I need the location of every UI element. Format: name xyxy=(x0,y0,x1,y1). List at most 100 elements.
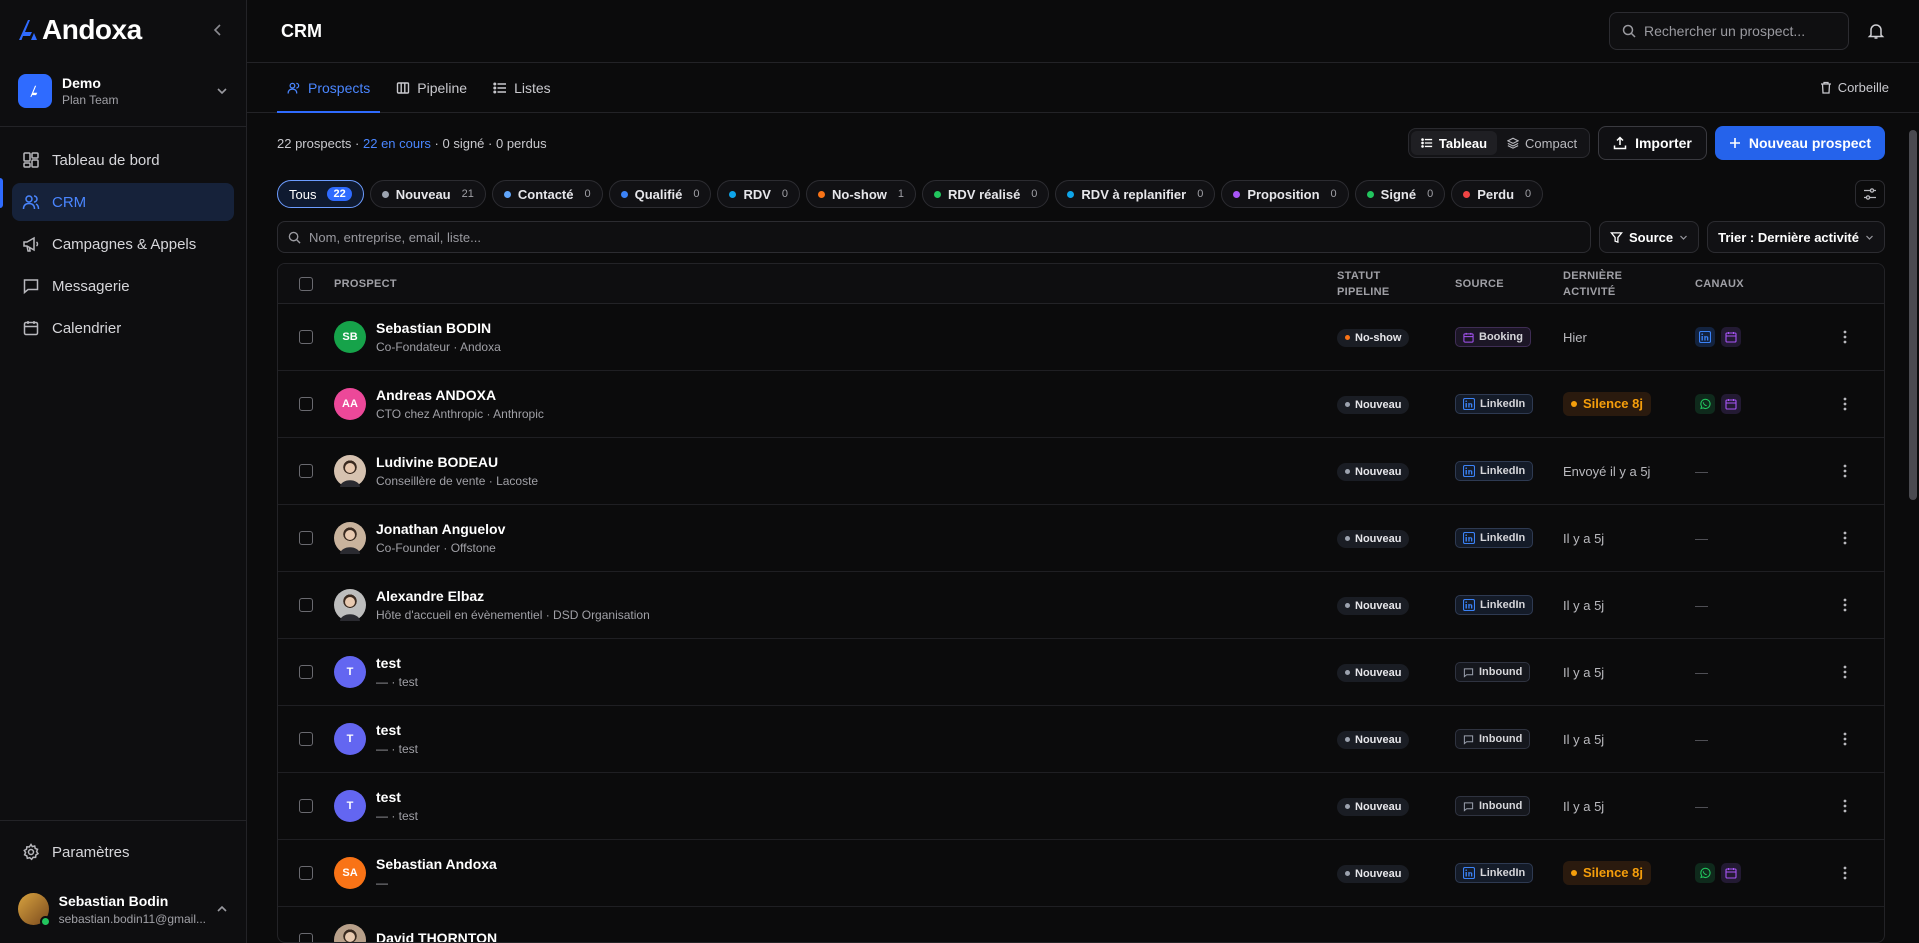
status-badge: Nouveau xyxy=(1337,663,1410,682)
calendar-icon[interactable] xyxy=(1721,394,1741,414)
row-checkbox[interactable] xyxy=(299,464,313,478)
prospect-name[interactable]: Jonathan Anguelov xyxy=(376,521,505,537)
whatsapp-icon[interactable] xyxy=(1695,863,1715,883)
filter-chip-contact-[interactable]: Contacté 0 xyxy=(491,180,603,208)
filter-chip-no-show[interactable]: No-show 1 xyxy=(806,180,917,208)
gear-icon xyxy=(22,843,40,861)
sidebar-item-settings[interactable]: Paramètres xyxy=(0,829,246,875)
table-row[interactable]: Alexandre Elbaz Hôte d'accueil en évèneme… xyxy=(278,572,1884,639)
row-checkbox[interactable] xyxy=(299,799,313,813)
row-menu-button[interactable] xyxy=(1825,866,1865,880)
silence-badge: Silence 8j xyxy=(1563,861,1651,885)
prospect-name[interactable]: Alexandre Elbaz xyxy=(376,588,650,604)
tab-prospects[interactable]: Prospects xyxy=(277,63,381,113)
table-row[interactable]: SB Sebastian BODIN Co-Fondateur · Andoxa N… xyxy=(278,304,1884,371)
select-all-checkbox[interactable] xyxy=(299,276,313,291)
sidebar-item-calendar[interactable]: Calendrier xyxy=(12,309,234,347)
silence-badge: Silence 8j xyxy=(1563,392,1651,416)
brand-logo[interactable]: Andoxa xyxy=(16,14,142,46)
prospect-name[interactable]: test xyxy=(376,655,418,671)
more-vertical-icon xyxy=(1843,665,1847,679)
row-checkbox[interactable] xyxy=(299,531,313,545)
advanced-filters-button[interactable] xyxy=(1855,180,1885,208)
more-vertical-icon xyxy=(1843,531,1847,545)
avatar-photo xyxy=(334,589,366,621)
table-search-input[interactable]: Nom, entreprise, email, liste... xyxy=(277,221,1592,253)
avatar-initials: T xyxy=(346,733,354,745)
workspace-switcher[interactable]: Demo Plan Team xyxy=(10,64,236,118)
last-activity: Il y a 5j xyxy=(1563,664,1605,680)
row-checkbox[interactable] xyxy=(299,866,313,880)
prospect-name[interactable]: test xyxy=(376,789,418,805)
whatsapp-icon[interactable] xyxy=(1695,394,1715,414)
row-checkbox[interactable] xyxy=(299,665,313,679)
calendar-icon xyxy=(22,319,40,337)
calendar-icon[interactable] xyxy=(1721,327,1741,347)
table-row[interactable]: Ludivine BODEAU Conseillère de vente · La… xyxy=(278,438,1884,505)
row-menu-button[interactable] xyxy=(1825,799,1865,813)
trash-button[interactable]: Corbeille xyxy=(1820,63,1889,112)
filter-chip-rdv-r-alis-[interactable]: RDV réalisé 0 xyxy=(922,180,1050,208)
filter-chip-nouveau[interactable]: Nouveau 21 xyxy=(369,180,486,208)
filter-chip-rdv-replanifier[interactable]: RDV à replanifier 0 xyxy=(1055,180,1216,208)
last-activity: Il y a 5j xyxy=(1563,597,1605,613)
sort-select[interactable]: Trier : Dernière activité xyxy=(1707,221,1885,253)
import-button[interactable]: Importer xyxy=(1598,126,1707,160)
prospect-search-input[interactable]: Rechercher un prospect... xyxy=(1609,12,1849,51)
top-bar: CRM Rechercher un prospect... xyxy=(247,0,1919,64)
prospect-name[interactable]: Andreas ANDOXA xyxy=(376,387,544,403)
prospect-name[interactable]: David THORNTON xyxy=(376,930,497,942)
filter-chip-tous[interactable]: Tous 22 xyxy=(277,180,364,208)
filter-chip-perdu[interactable]: Perdu 0 xyxy=(1451,180,1544,208)
prospect-name[interactable]: Sebastian BODIN xyxy=(376,320,501,336)
sidebar-item-messaging[interactable]: Messagerie xyxy=(12,267,234,305)
row-menu-button[interactable] xyxy=(1825,732,1865,746)
status-dot xyxy=(503,190,511,198)
row-menu-button[interactable] xyxy=(1825,464,1865,478)
row-checkbox[interactable] xyxy=(299,732,313,746)
table-row[interactable]: AA Andreas ANDOXA CTO chez Anthropic · Ant… xyxy=(278,371,1884,438)
sidebar-item-dashboard[interactable]: Tableau de bord xyxy=(12,141,234,179)
row-checkbox[interactable] xyxy=(299,397,313,411)
row-checkbox[interactable] xyxy=(299,598,313,612)
table-row[interactable]: Ttest — · test Nouveau Inbound Il y a 5j … xyxy=(278,773,1884,840)
status-dot xyxy=(1233,190,1241,198)
no-channel: — xyxy=(1695,531,1708,546)
tab-listes[interactable]: Listes xyxy=(483,63,561,112)
inbound-icon xyxy=(1463,667,1474,678)
table-row[interactable]: SA Sebastian Andoxa — Nouveau LinkedIn Sil… xyxy=(278,840,1884,907)
filter-chip-sign-[interactable]: Signé 0 xyxy=(1354,180,1446,208)
filter-chip-qualifi-[interactable]: Qualifié 0 xyxy=(608,180,712,208)
collapse-sidebar-button[interactable] xyxy=(206,18,230,42)
row-menu-button[interactable] xyxy=(1825,531,1865,545)
calendar-icon[interactable] xyxy=(1721,863,1741,883)
tab-pipeline[interactable]: Pipeline xyxy=(386,63,477,112)
view-table-button[interactable]: Tableau xyxy=(1410,131,1498,155)
chip-label: Contacté xyxy=(517,186,574,202)
row-menu-button[interactable] xyxy=(1825,330,1865,344)
linkedin-icon[interactable] xyxy=(1695,327,1715,347)
sidebar-item-crm[interactable]: CRM xyxy=(12,183,234,221)
view-compact-button[interactable]: Compact xyxy=(1497,131,1587,155)
stats-en-cours[interactable]: 22 en cours xyxy=(363,136,431,151)
filter-chip-rdv[interactable]: RDV 0 xyxy=(717,180,801,208)
table-row[interactable]: David THORNTON xyxy=(278,907,1884,942)
row-checkbox[interactable] xyxy=(299,933,313,942)
row-menu-button[interactable] xyxy=(1825,598,1865,612)
source-filter-button[interactable]: Source xyxy=(1599,221,1700,253)
table-row[interactable]: Ttest — · test Nouveau Inbound Il y a 5j … xyxy=(278,706,1884,773)
user-menu[interactable]: Sebastian Bodin sebastian.bodin11@gmail.… xyxy=(0,875,246,943)
sidebar-item-campaigns[interactable]: Campagnes & Appels xyxy=(12,225,234,263)
prospect-name[interactable]: test xyxy=(376,722,418,738)
table-row[interactable]: Jonathan Anguelov Co-Founder · Offstone N… xyxy=(278,505,1884,572)
scrollbar-thumb[interactable] xyxy=(1909,130,1917,500)
filter-chip-proposition[interactable]: Proposition 0 xyxy=(1221,180,1349,208)
new-prospect-button[interactable]: Nouveau prospect xyxy=(1714,126,1885,160)
table-row[interactable]: Ttest — · test Nouveau Inbound Il y a 5j … xyxy=(278,639,1884,706)
prospect-name[interactable]: Sebastian Andoxa xyxy=(376,856,497,872)
notifications-button[interactable] xyxy=(1867,22,1885,40)
prospect-name[interactable]: Ludivine BODEAU xyxy=(376,454,538,470)
row-menu-button[interactable] xyxy=(1825,397,1865,411)
row-checkbox[interactable] xyxy=(299,330,313,344)
row-menu-button[interactable] xyxy=(1825,665,1865,679)
